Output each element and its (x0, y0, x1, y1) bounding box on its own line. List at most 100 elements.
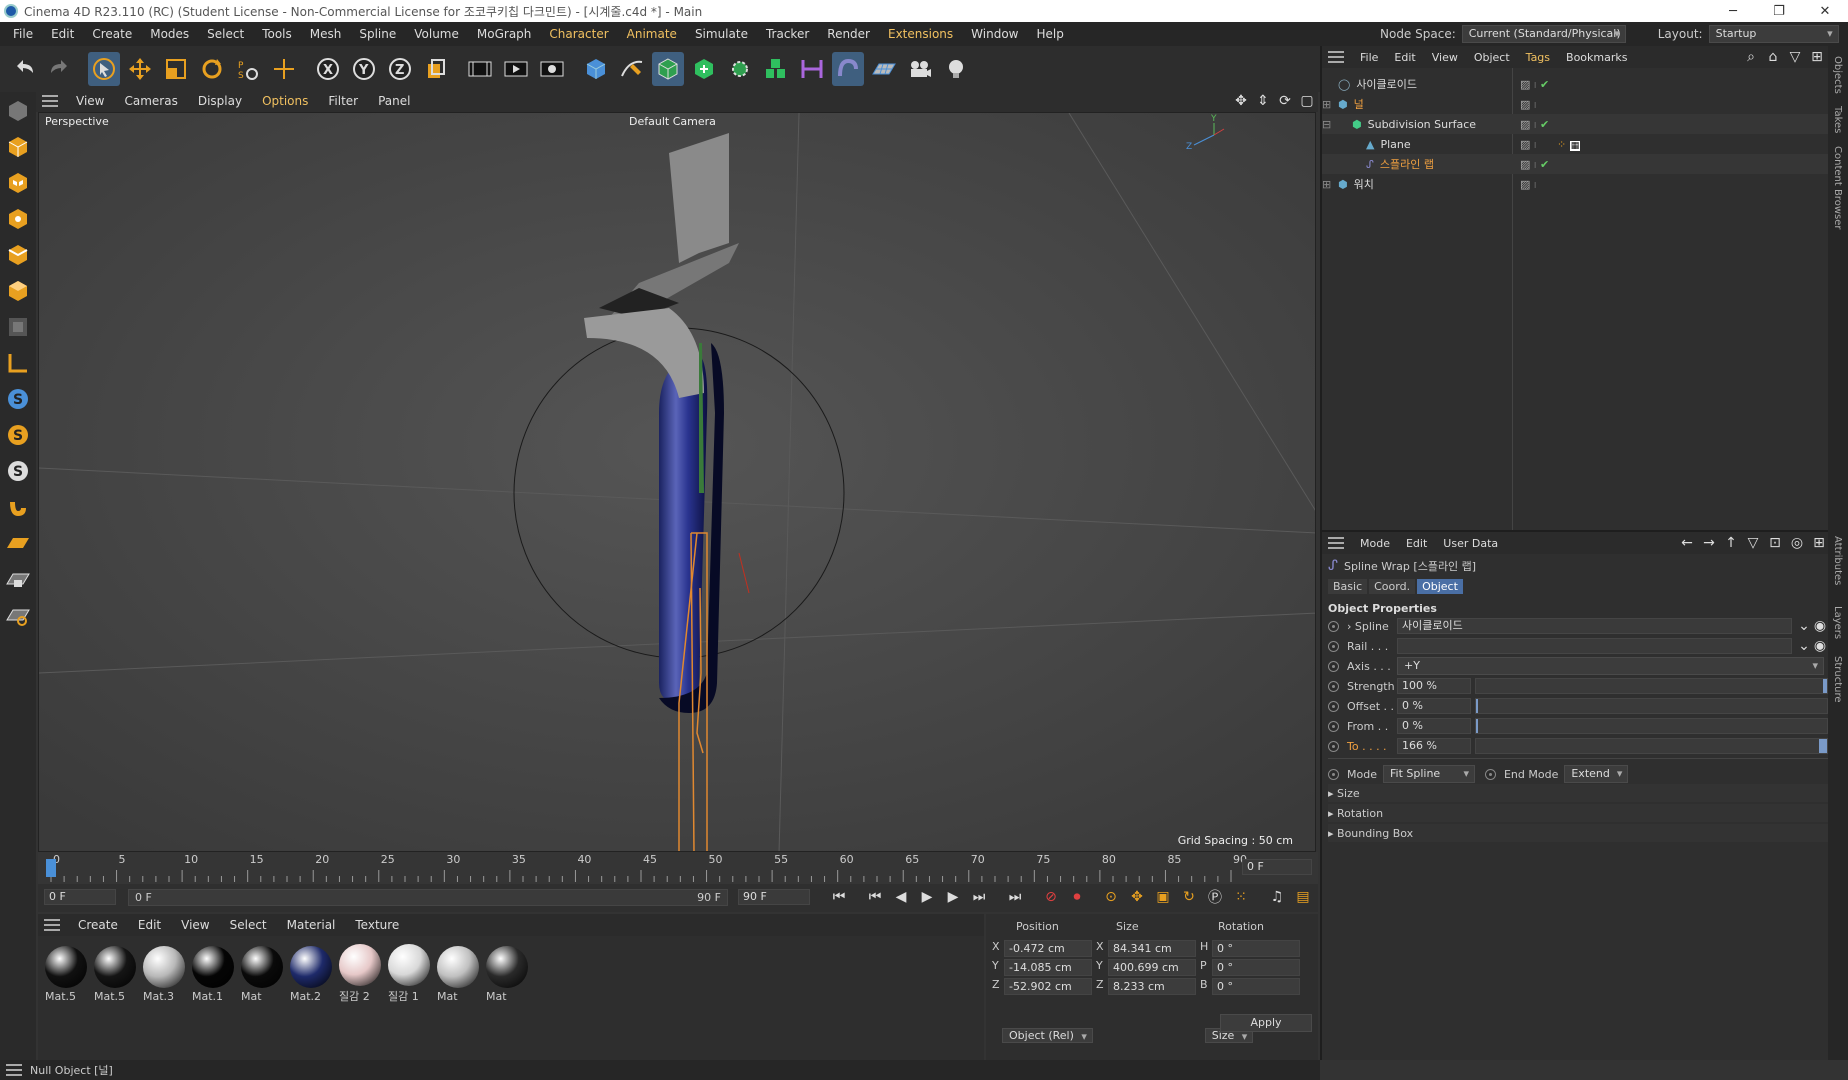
attribute-lock-icon[interactable]: ⊡ (1764, 532, 1786, 554)
snap-icon[interactable]: S (1, 382, 35, 416)
add-tool-icon[interactable] (268, 52, 300, 86)
object-menu-view[interactable]: View (1424, 51, 1466, 64)
to-anim-radio[interactable] (1328, 740, 1339, 752)
from-slider[interactable] (1475, 718, 1828, 734)
object-menu-object[interactable]: Object (1466, 51, 1518, 64)
position-key-icon[interactable]: ✥ (1126, 886, 1148, 908)
coord-size-field[interactable]: 8.233 cm (1108, 978, 1196, 995)
scale-key-icon[interactable]: ▣ (1152, 886, 1174, 908)
viewport-menu-display[interactable]: Display (188, 94, 252, 108)
status-hamburger-icon[interactable] (6, 1064, 22, 1076)
coord-rotation-field[interactable]: 0 ° (1212, 959, 1300, 976)
menu-mograph[interactable]: MoGraph (468, 22, 541, 46)
object-new-window-icon[interactable]: ⊞ (1806, 46, 1828, 68)
attribute-hamburger-icon[interactable] (1328, 537, 1344, 549)
next-frame-icon[interactable]: ▶ (942, 886, 964, 908)
viewport-hamburger-icon[interactable] (42, 95, 58, 107)
side-tab-content-browser[interactable]: Content Browser (1832, 146, 1843, 229)
menu-spline[interactable]: Spline (350, 22, 405, 46)
undo-icon[interactable] (8, 52, 40, 86)
material-hamburger-icon[interactable] (44, 919, 60, 931)
viewport-menu-panel[interactable]: Panel (368, 94, 420, 108)
menu-select[interactable]: Select (198, 22, 253, 46)
attribute-menu-edit[interactable]: Edit (1398, 537, 1435, 550)
select-tool-icon[interactable] (88, 52, 120, 86)
tab-object[interactable]: Object (1417, 578, 1463, 594)
spline-anim-radio[interactable] (1328, 620, 1339, 632)
current-frame-field[interactable]: 0 F (1242, 859, 1312, 875)
attribute-menu-user-data[interactable]: User Data (1435, 537, 1506, 550)
mode-dropdown[interactable]: Fit Spline (1382, 765, 1475, 783)
maximize-button[interactable]: ❐ (1756, 4, 1802, 19)
object-menu-file[interactable]: File (1352, 51, 1386, 64)
object-menu-edit[interactable]: Edit (1386, 51, 1423, 64)
texture-mode-icon[interactable] (1, 166, 35, 200)
viewport-move-icon[interactable]: ✥ (1230, 90, 1252, 112)
object-search-icon[interactable]: ⌕ (1740, 46, 1762, 68)
camera-icon[interactable] (904, 52, 936, 86)
keyframe-selection-icon[interactable]: ⊙ (1100, 886, 1122, 908)
close-button[interactable]: ✕ (1802, 4, 1848, 19)
material-menu-edit[interactable]: Edit (128, 918, 171, 932)
snap-settings-icon[interactable]: S (1, 418, 35, 452)
magnet-icon[interactable] (1, 490, 35, 524)
tab-basic[interactable]: Basic (1328, 578, 1368, 594)
sound-icon[interactable]: ♫ (1266, 886, 1288, 908)
x-axis-lock-icon[interactable]: X (312, 52, 344, 86)
locked-workplane-icon[interactable] (1, 562, 35, 596)
material-menu-select[interactable]: Select (220, 918, 277, 932)
z-axis-lock-icon[interactable]: Z (384, 52, 416, 86)
y-axis-lock-icon[interactable]: Y (348, 52, 380, 86)
layout-dropdown[interactable]: Startup (1708, 25, 1839, 43)
spline-pick-icon[interactable]: ◉ (1812, 615, 1828, 637)
menu-edit[interactable]: Edit (42, 22, 83, 46)
viewport-rotate-icon[interactable]: ⟳ (1274, 90, 1296, 112)
offset-slider[interactable] (1475, 698, 1828, 714)
material-swatch[interactable]: Mat.3 (141, 944, 187, 1004)
move-tool-icon[interactable] (124, 52, 156, 86)
material-swatch[interactable]: Mat.5 (92, 944, 138, 1004)
render-to-picture-viewer-icon[interactable] (500, 52, 532, 86)
menu-volume[interactable]: Volume (405, 22, 468, 46)
to-field[interactable]: 166 % (1397, 738, 1471, 754)
spline-wrap-icon[interactable] (832, 52, 864, 86)
start-frame-field[interactable]: 0 F (44, 889, 116, 905)
viewport-menu-view[interactable]: View (66, 94, 114, 108)
rail-link-arrow-icon[interactable]: ⌄ (1796, 635, 1812, 657)
bend-deformer-icon[interactable] (796, 52, 828, 86)
render-view-icon[interactable] (464, 52, 496, 86)
extrude-icon[interactable] (688, 52, 720, 86)
model-mode-icon[interactable] (1, 130, 35, 164)
material-swatch[interactable]: Mat (435, 944, 481, 1004)
object-list-item[interactable]: ᔑ 스플라인 랩 ▨ ⁝ ✔ (1322, 154, 1830, 174)
attribute-up-icon[interactable]: ↑ (1720, 532, 1742, 554)
material-swatch[interactable]: Mat.1 (190, 944, 236, 1004)
side-tab-objects[interactable]: Objects (1832, 56, 1843, 94)
object-list-item[interactable]: ⊞ ⬢ 널 ▨ ⁝ (1322, 94, 1830, 114)
coord-size-field[interactable]: 84.341 cm (1108, 940, 1196, 957)
make-editable-icon[interactable] (1, 94, 35, 128)
previous-key-icon[interactable]: ⏮ (864, 886, 886, 908)
strength-slider[interactable] (1475, 678, 1828, 694)
menu-mesh[interactable]: Mesh (301, 22, 351, 46)
attribute-back-icon[interactable]: ← (1676, 532, 1698, 554)
record-active-icon[interactable]: ⊘ (1040, 886, 1062, 908)
play-icon[interactable]: ▶ (916, 886, 938, 908)
tab-coord[interactable]: Coord. (1369, 578, 1416, 594)
material-swatch[interactable]: 질감 2 (337, 942, 383, 1003)
offset-anim-radio[interactable] (1328, 700, 1339, 712)
coord-position-field[interactable]: -52.902 cm (1004, 978, 1092, 995)
material-swatch[interactable]: 질감 1 (386, 942, 432, 1003)
point-level-animation-icon[interactable]: ⁙ (1230, 886, 1252, 908)
axis-mode-icon[interactable] (1, 346, 35, 380)
light-icon[interactable] (940, 52, 972, 86)
menu-tracker[interactable]: Tracker (757, 22, 818, 46)
floor-icon[interactable] (868, 52, 900, 86)
object-list-item[interactable]: ◯ 사이클로이드 ▨ ⁝ ✔ (1322, 74, 1830, 94)
3d-viewport[interactable]: ZY Perspective Default Camera Grid Spaci… (38, 112, 1316, 852)
polygons-mode-icon[interactable] (1, 274, 35, 308)
attribute-forward-icon[interactable]: → (1698, 532, 1720, 554)
menu-create[interactable]: Create (83, 22, 141, 46)
redo-icon[interactable] (44, 52, 76, 86)
object-visibility-flags[interactable]: ▨ ⁝ (1520, 178, 1536, 191)
